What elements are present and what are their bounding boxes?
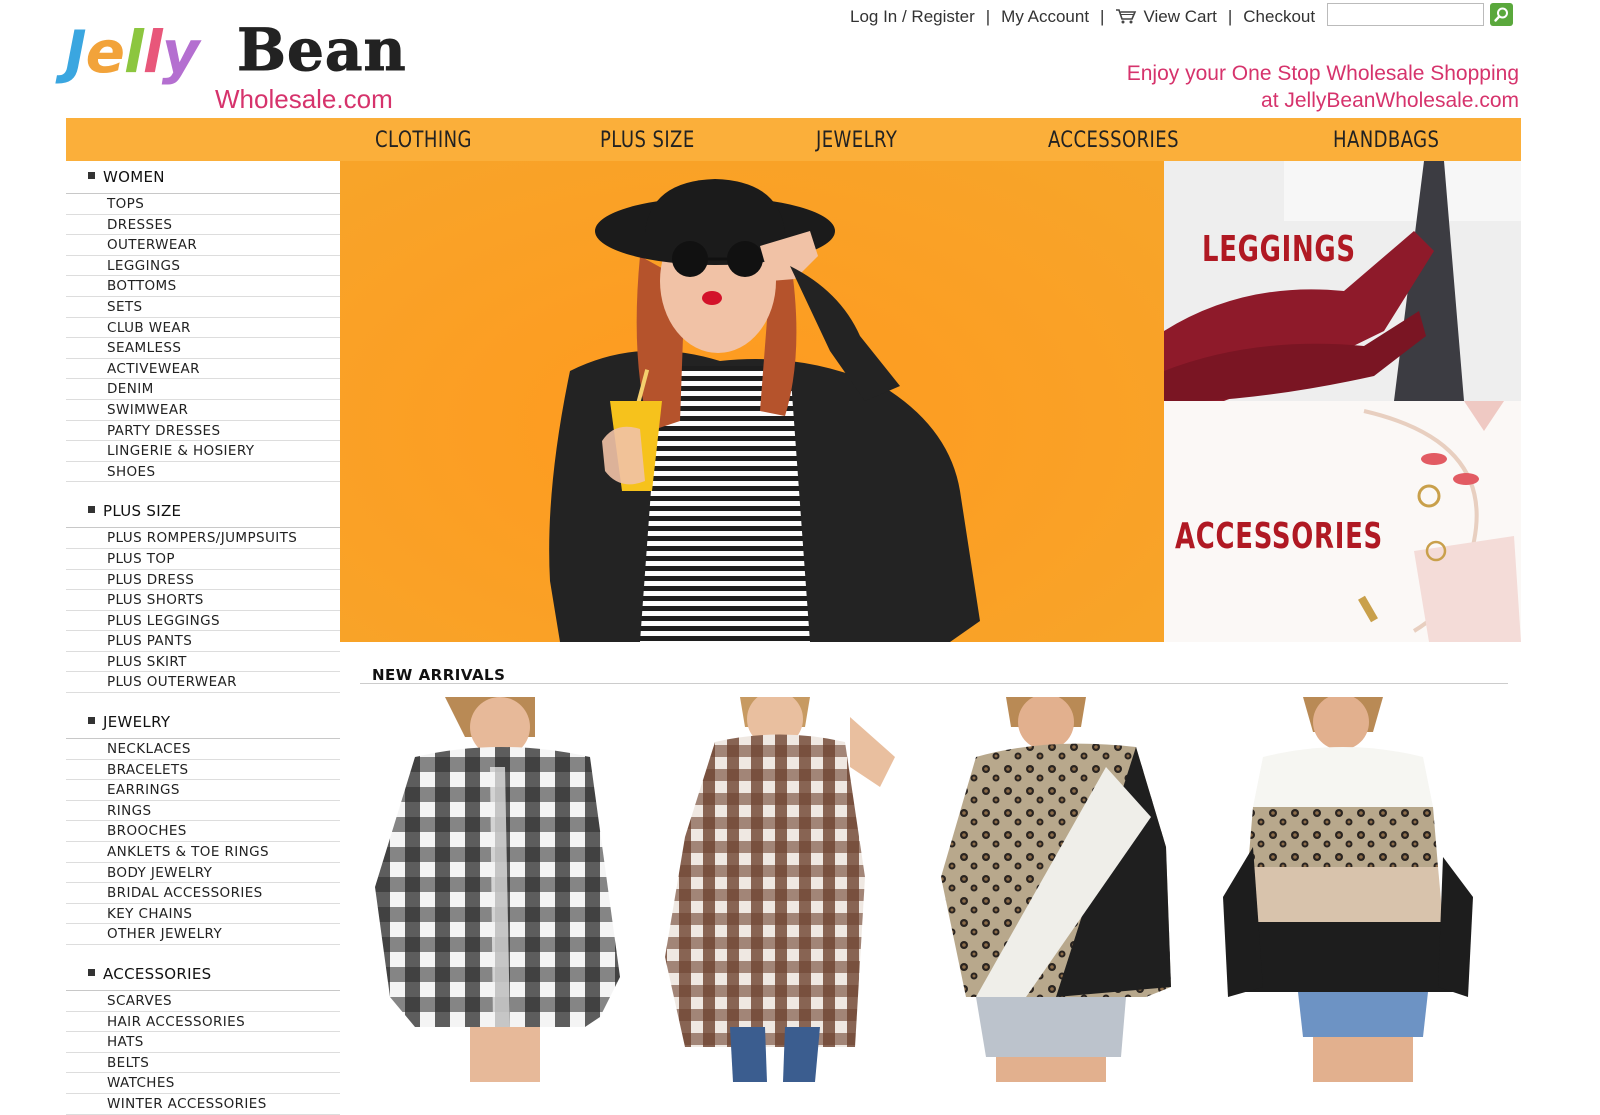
sidebar-item-rings[interactable]: RINGS (66, 801, 340, 822)
search-icon (1494, 7, 1508, 22)
sidebar-item-earrings[interactable]: EARRINGS (66, 780, 340, 801)
sidebar-item-plus-outerwear[interactable]: PLUS OUTERWEAR (66, 672, 340, 694)
sidebar-item-plus-rompers-jumpsuits[interactable]: PLUS ROMPERS/JUMPSUITS (66, 528, 340, 549)
sidebar-item-hair-accessories[interactable]: HAIR ACCESSORIES (66, 1012, 340, 1033)
sidebar-item-outerwear[interactable]: OUTERWEAR (66, 235, 340, 256)
sidebar-item-dresses[interactable]: DRESSES (66, 215, 340, 236)
sidebar-heading-label: ACCESSORIES (103, 965, 212, 983)
product-card[interactable] (1223, 697, 1473, 1082)
view-cart-label: View Cart (1143, 7, 1217, 26)
sidebar-item-key-chains[interactable]: KEY CHAINS (66, 904, 340, 925)
shopping-cart-icon (1116, 9, 1137, 24)
sidebar-item-party-dresses[interactable]: PARTY DRESSES (66, 421, 340, 442)
sidebar-item-seamless[interactable]: SEAMLESS (66, 338, 340, 359)
product-card[interactable] (375, 697, 625, 1082)
sidebar-heading-label: WOMEN (103, 168, 165, 186)
sidebar-item-other-jewelry[interactable]: OTHER JEWELRY (66, 924, 340, 945)
logo-bean-wordmark: Bean (237, 16, 407, 85)
checkout-link[interactable]: Checkout (1243, 7, 1315, 27)
search-button[interactable] (1490, 3, 1513, 26)
sidebar-heading-label: PLUS SIZE (103, 502, 182, 521)
logo-subtitle: Wholesale.com (215, 84, 393, 114)
my-account-link[interactable]: My Account (1001, 7, 1089, 27)
site-logo[interactable]: Jelly Bean Wholesale.com (65, 16, 410, 115)
sidebar-item-belts[interactable]: BELTS (66, 1053, 340, 1074)
sidebar-heading-label: JEWELRY (103, 713, 171, 732)
product-image (936, 697, 1186, 1082)
sidebar-item-leggings[interactable]: LEGGINGS (66, 256, 340, 277)
main-nav: CLOTHING PLUS SIZE JEWELRY ACCESSORIES H… (66, 118, 1521, 161)
sidebar-heading-women[interactable]: WOMEN (66, 161, 340, 194)
sidebar-item-plus-shorts[interactable]: PLUS SHORTS (66, 590, 340, 611)
sidebar-item-anklets-toe-rings[interactable]: ANKLETS & TOE RINGS (66, 842, 340, 863)
sidebar-item-brooches[interactable]: BROOCHES (66, 821, 340, 843)
sidebar-item-bracelets[interactable]: BRACELETS (66, 760, 340, 781)
product-image (1223, 697, 1473, 1082)
sidebar-item-plus-dress[interactable]: PLUS DRESS (66, 570, 340, 591)
sidebar-heading-jewelry[interactable]: JEWELRY (66, 706, 340, 740)
sidebar-item-club-wear[interactable]: CLUB WEAR (66, 318, 340, 339)
view-cart-link[interactable]: View Cart (1115, 7, 1217, 27)
link-separator: | (1227, 7, 1233, 26)
product-card[interactable] (655, 697, 905, 1082)
sidebar-item-necklaces[interactable]: NECKLACES (66, 739, 340, 760)
link-separator: | (1100, 7, 1105, 26)
square-bullet-icon (88, 506, 95, 514)
sidebar-item-plus-top[interactable]: PLUS TOP (66, 549, 340, 570)
leggings-promo-tile[interactable]: LEGGINGS (1164, 161, 1521, 401)
sidebar-item-activewear[interactable]: ACTIVEWEAR (66, 359, 340, 380)
sidebar-item-sets[interactable]: SETS (66, 297, 340, 318)
hero-model-illustration (340, 161, 1164, 642)
sidebar-heading-plus-size[interactable]: PLUS SIZE (66, 495, 340, 529)
sidebar-item-tops[interactable]: TOPS (66, 194, 340, 215)
new-arrivals-heading: NEW ARRIVALS (372, 666, 506, 684)
nav-handbags[interactable]: HANDBAGS (1333, 128, 1439, 153)
sidebar-item-winter-accessories[interactable]: WINTER ACCESSORIES (66, 1094, 340, 1115)
logo-jelly-wordmark: Jelly (65, 18, 200, 86)
square-bullet-icon (88, 969, 95, 976)
sidebar-item-bottoms[interactable]: BOTTOMS (66, 276, 340, 297)
accessories-promo-title: ACCESSORIES (1175, 516, 1383, 557)
site-tagline: Enjoy your One Stop Wholesale Shopping a… (1127, 60, 1519, 114)
leggings-promo-image (1164, 161, 1521, 401)
sidebar-item-shoes[interactable]: SHOES (66, 462, 340, 483)
sidebar-heading-accessories[interactable]: ACCESSORIES (66, 958, 340, 991)
sidebar-item-watches[interactable]: WATCHES (66, 1073, 340, 1094)
sidebar-item-scarves[interactable]: SCARVES (66, 991, 340, 1012)
accessories-promo-tile[interactable]: ACCESSORIES (1164, 401, 1521, 642)
login-register-link[interactable]: Log In / Register (850, 7, 975, 27)
sidebar-item-lingerie-hosiery[interactable]: LINGERIE & HOSIERY (66, 441, 340, 462)
link-separator: | (985, 7, 991, 26)
search-input[interactable] (1327, 3, 1484, 26)
square-bullet-icon (88, 717, 95, 725)
account-links: Log In / Register | My Account | View Ca… (850, 4, 1315, 30)
nav-jewelry[interactable]: JEWELRY (816, 128, 897, 153)
leggings-promo-title: LEGGINGS (1202, 229, 1356, 270)
sidebar-item-plus-pants[interactable]: PLUS PANTS (66, 631, 340, 652)
nav-plus-size[interactable]: PLUS SIZE (600, 128, 695, 153)
tagline-line-1: Enjoy your One Stop Wholesale Shopping (1126, 62, 1519, 85)
nav-accessories[interactable]: ACCESSORIES (1048, 128, 1179, 153)
tagline-line-2: at JellyBeanWholesale.com (1261, 89, 1519, 112)
sidebar-item-bridal-accessories[interactable]: BRIDAL ACCESSORIES (66, 883, 340, 904)
product-image (655, 697, 905, 1082)
product-card[interactable] (936, 697, 1186, 1082)
hero-banner[interactable] (340, 161, 1164, 642)
sidebar-item-plus-leggings[interactable]: PLUS LEGGINGS (66, 611, 340, 632)
sidebar-item-denim[interactable]: DENIM (66, 379, 340, 400)
sidebar-item-body-jewelry[interactable]: BODY JEWELRY (66, 863, 340, 884)
sidebar-item-plus-skirt[interactable]: PLUS SKIRT (66, 652, 340, 673)
sidebar-item-hats[interactable]: HATS (66, 1032, 340, 1053)
section-divider (360, 683, 1508, 684)
square-bullet-icon (88, 172, 95, 179)
nav-clothing[interactable]: CLOTHING (375, 128, 472, 153)
product-image (375, 697, 625, 1082)
sidebar-item-swimwear[interactable]: SWIMWEAR (66, 400, 340, 421)
category-sidebar: WOMEN TOPS DRESSES OUTERWEAR LEGGINGS BOTTOMS… (66, 161, 340, 1115)
